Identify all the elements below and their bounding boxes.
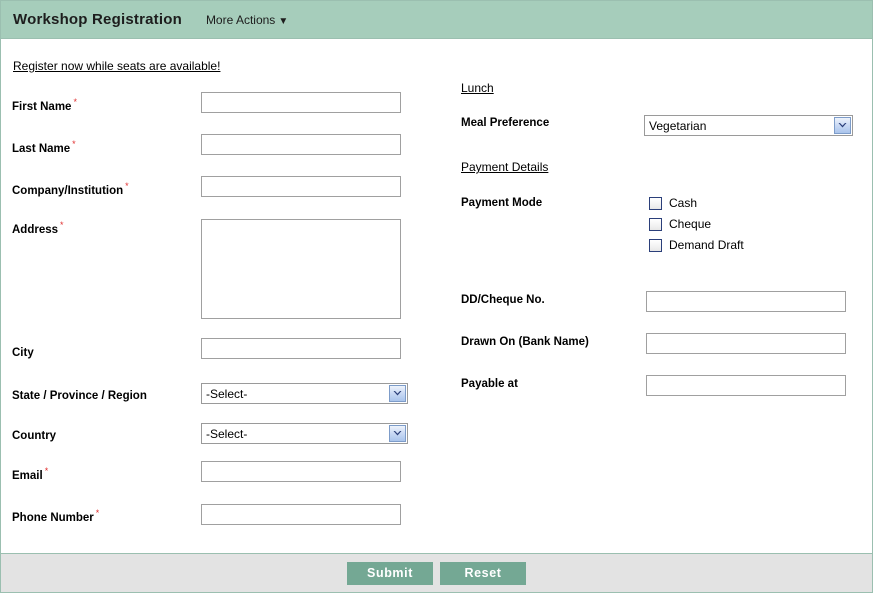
label-text: Company/Institution <box>12 184 124 197</box>
label-dd-cheque-no: DD/Cheque No. <box>461 293 545 307</box>
required-asterisk: * <box>125 181 129 191</box>
label-text: Country <box>12 429 57 442</box>
more-actions-menu[interactable]: More Actions ▼ <box>206 13 288 27</box>
required-asterisk: * <box>72 139 76 149</box>
label-company-institution: Company/Institution * <box>12 179 129 198</box>
label-text: Payable at <box>461 378 518 390</box>
company-institution-input[interactable] <box>201 176 401 197</box>
label-text: Drawn On (Bank Name) <box>461 336 589 348</box>
first-name-input[interactable] <box>201 92 401 113</box>
label-last-name: Last Name * <box>12 137 76 156</box>
last-name-input[interactable] <box>201 134 401 155</box>
label-text: Last Name <box>12 142 71 155</box>
country-select[interactable]: -Select- <box>201 423 408 444</box>
label-text: First Name <box>12 100 72 113</box>
country-select-value: -Select- <box>206 426 248 441</box>
label-country: Country <box>12 424 58 443</box>
state-select-value: -Select- <box>206 386 248 401</box>
label-text: Email <box>12 469 43 482</box>
checkbox-label: Cheque <box>669 217 712 231</box>
payment-details-heading: Payment Details <box>461 160 549 174</box>
state-select[interactable]: -Select- <box>201 383 408 404</box>
required-asterisk: * <box>73 97 77 107</box>
label-text: Phone Number <box>12 511 94 524</box>
checkbox-icon[interactable] <box>649 238 662 252</box>
submit-button[interactable]: Submit <box>347 561 433 585</box>
label-city: City <box>12 341 36 360</box>
label-first-name: First Name * <box>12 95 77 114</box>
registration-form-window: Workshop Registration More Actions ▼ Regi… <box>0 0 873 593</box>
payment-mode-option-cash[interactable]: Cash <box>649 196 697 210</box>
city-input[interactable] <box>201 338 401 359</box>
checkbox-label: Cash <box>669 196 698 210</box>
label-payment-mode: Payment Mode <box>461 196 542 210</box>
window-titlebar: Workshop Registration More Actions ▼ <box>1 1 872 39</box>
label-payable-at: Payable at <box>461 377 518 391</box>
email-input[interactable] <box>201 461 401 482</box>
label-state-province-region: State / Province / Region <box>12 384 149 403</box>
more-actions-label: More Actions <box>205 12 276 27</box>
phone-number-input[interactable] <box>201 504 401 525</box>
required-asterisk: * <box>95 508 100 518</box>
chevron-down-icon[interactable] <box>389 425 406 442</box>
label-email: Email * <box>12 464 48 483</box>
lunch-heading: Lunch <box>461 81 494 95</box>
chevron-down-icon[interactable] <box>389 385 406 402</box>
label-text: City <box>12 346 34 359</box>
label-text: DD/Cheque No. <box>461 294 545 306</box>
label-address: Address * <box>12 218 64 237</box>
label-text: Payment Mode <box>461 197 543 209</box>
label-text: Meal Preference <box>461 117 550 129</box>
required-asterisk: * <box>60 220 64 230</box>
chevron-down-icon: ▼ <box>278 15 289 27</box>
chevron-down-icon[interactable] <box>834 117 851 134</box>
drawn-on-bank-name-input[interactable] <box>646 333 846 354</box>
checkbox-icon[interactable] <box>649 196 662 210</box>
label-drawn-on-bank-name: Drawn On (Bank Name) <box>461 335 589 349</box>
required-asterisk: * <box>44 466 49 476</box>
label-phone-number: Phone Number * <box>12 506 99 525</box>
payable-at-input[interactable] <box>646 375 846 396</box>
label-meal-preference: Meal Preference <box>461 116 549 130</box>
checkbox-icon[interactable] <box>649 217 662 231</box>
label-text: State / Province / Region <box>12 389 147 402</box>
form-body: Register now while seats are available! … <box>1 40 872 553</box>
form-footer: Submit Reset <box>1 553 872 592</box>
payment-mode-option-demand-draft[interactable]: Demand Draft <box>649 238 744 252</box>
reset-button[interactable]: Reset <box>440 561 526 585</box>
intro-heading: Register now while seats are available! <box>13 59 221 73</box>
checkbox-label: Demand Draft <box>669 238 744 252</box>
page-title: Workshop Registration <box>13 11 182 28</box>
label-text: Address <box>12 223 59 236</box>
meal-preference-value: Vegetarian <box>649 118 707 133</box>
dd-cheque-no-input[interactable] <box>646 291 846 312</box>
payment-mode-option-cheque[interactable]: Cheque <box>649 217 711 231</box>
meal-preference-select[interactable]: Vegetarian <box>644 115 853 136</box>
address-textarea[interactable] <box>201 219 401 319</box>
